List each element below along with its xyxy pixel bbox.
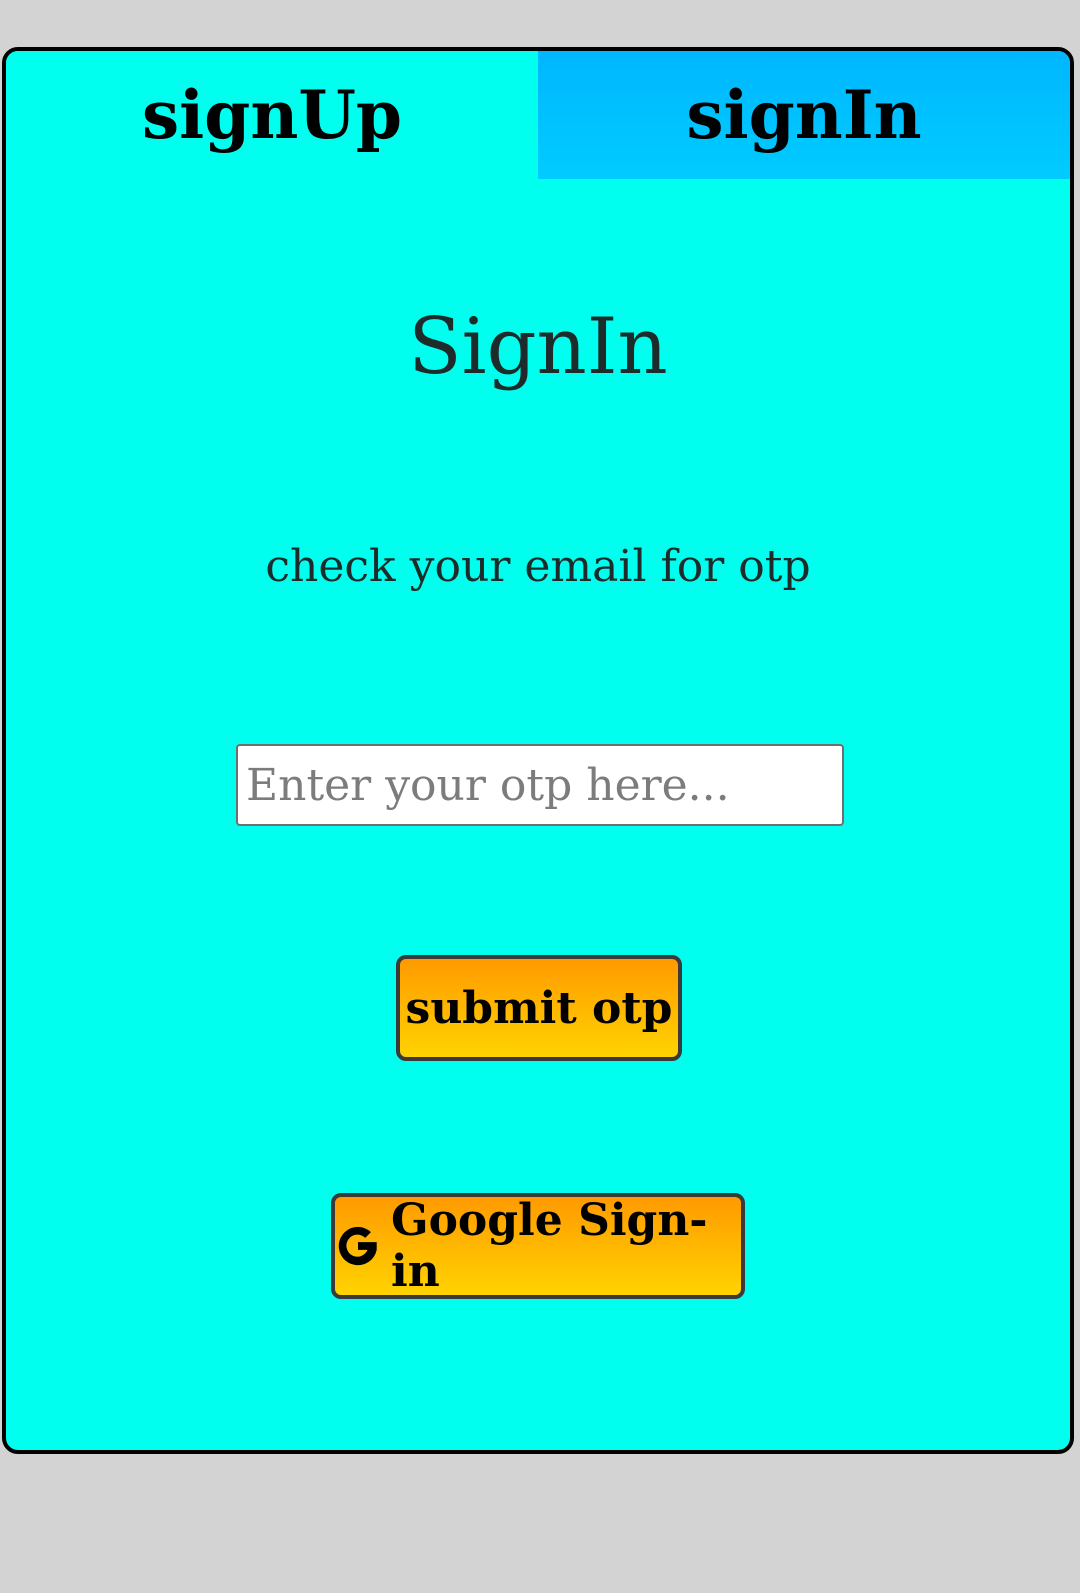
auth-card: signUp signIn SignIn check your email fo…: [2, 47, 1074, 1454]
google-signin-button[interactable]: Google Sign-in: [331, 1193, 745, 1299]
tab-signin[interactable]: signIn: [538, 51, 1070, 179]
google-signin-label: Google Sign-in: [391, 1195, 708, 1297]
page-title: SignIn: [408, 302, 668, 392]
otp-input[interactable]: [236, 744, 844, 826]
tab-signup-label: signUp: [141, 76, 403, 154]
auth-tabs: signUp signIn: [6, 51, 1070, 179]
google-g-icon: [335, 1223, 381, 1269]
otp-instruction: check your email for otp: [265, 541, 811, 592]
tab-signup[interactable]: signUp: [6, 51, 538, 179]
submit-otp-label: submit otp: [405, 982, 673, 1034]
submit-otp-button[interactable]: submit otp: [396, 955, 682, 1061]
tab-signin-label: signIn: [686, 76, 922, 154]
